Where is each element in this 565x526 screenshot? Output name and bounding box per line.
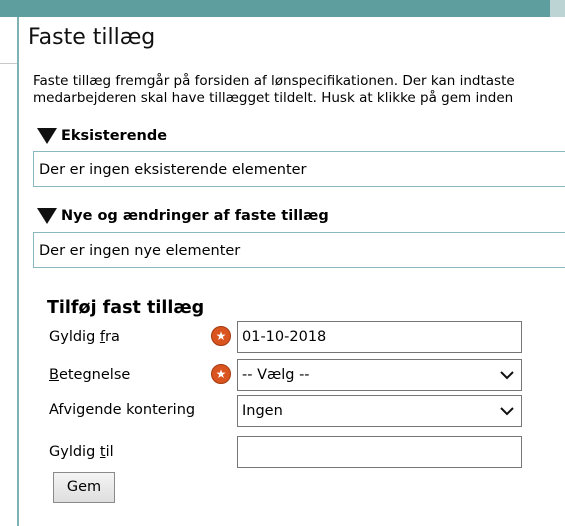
designation-select[interactable]: -- Vælg -- bbox=[237, 359, 522, 391]
valid-to-label-prefix: Gyldig bbox=[49, 444, 100, 460]
deviating-account-label: Afvigende kontering bbox=[49, 402, 196, 418]
triangle-down-icon bbox=[37, 208, 57, 224]
gutter-divider bbox=[0, 63, 17, 64]
existing-heading: Eksisterende bbox=[61, 128, 168, 144]
page-description: Faste tillæg fremgår på forsiden af løns… bbox=[33, 73, 515, 107]
chevron-down-icon bbox=[500, 371, 514, 380]
form-title: Tilføj fast tillæg bbox=[47, 298, 205, 318]
valid-from-value: 01-10-2018 bbox=[242, 329, 327, 345]
left-gutter bbox=[0, 17, 17, 526]
valid-to-input[interactable] bbox=[237, 436, 522, 468]
description-line-2: medarbejderen skal have tillægget tildel… bbox=[33, 90, 514, 106]
valid-to-label: Gyldig til bbox=[49, 444, 114, 460]
valid-from-label: Gyldig fra bbox=[49, 329, 120, 345]
top-bar-corner bbox=[550, 0, 565, 17]
existing-empty-text: Der er ingen eksisterende elementer bbox=[39, 162, 307, 178]
main-content: Faste tillæg Faste tillæg fremgår på for… bbox=[19, 17, 565, 526]
designation-value: -- Vælg -- bbox=[242, 367, 310, 383]
chevron-down-icon bbox=[500, 407, 514, 416]
description-line-1: Faste tillæg fremgår på forsiden af løns… bbox=[33, 73, 515, 89]
valid-from-input[interactable]: 01-10-2018 bbox=[237, 321, 522, 353]
valid-from-label-prefix: Gyldig bbox=[49, 329, 100, 345]
designation-label-key: B bbox=[49, 367, 59, 383]
new-empty-text: Der er ingen nye elementer bbox=[39, 243, 241, 259]
new-heading: Nye og ændringer af faste tillæg bbox=[61, 208, 329, 224]
existing-section-toggle[interactable]: Eksisterende bbox=[37, 128, 167, 144]
star-icon: ★ bbox=[211, 326, 231, 346]
triangle-down-icon bbox=[37, 128, 57, 144]
new-section-toggle[interactable]: Nye og ændringer af faste tillæg bbox=[37, 208, 329, 224]
valid-from-label-suffix: ra bbox=[105, 329, 120, 345]
valid-to-label-suffix: il bbox=[105, 444, 114, 460]
star-icon: ★ bbox=[211, 364, 231, 384]
save-button[interactable]: Gem bbox=[53, 472, 115, 503]
existing-list: Der er ingen eksisterende elementer bbox=[33, 151, 565, 187]
deviating-account-value: Ingen bbox=[242, 403, 283, 419]
page-title: Faste tillæg bbox=[28, 25, 156, 50]
new-list: Der er ingen nye elementer bbox=[33, 232, 565, 268]
deviating-account-select[interactable]: Ingen bbox=[237, 395, 522, 427]
designation-label-suffix: etegnelse bbox=[58, 367, 131, 383]
designation-label: Betegnelse bbox=[49, 367, 130, 383]
top-bar bbox=[0, 0, 565, 17]
